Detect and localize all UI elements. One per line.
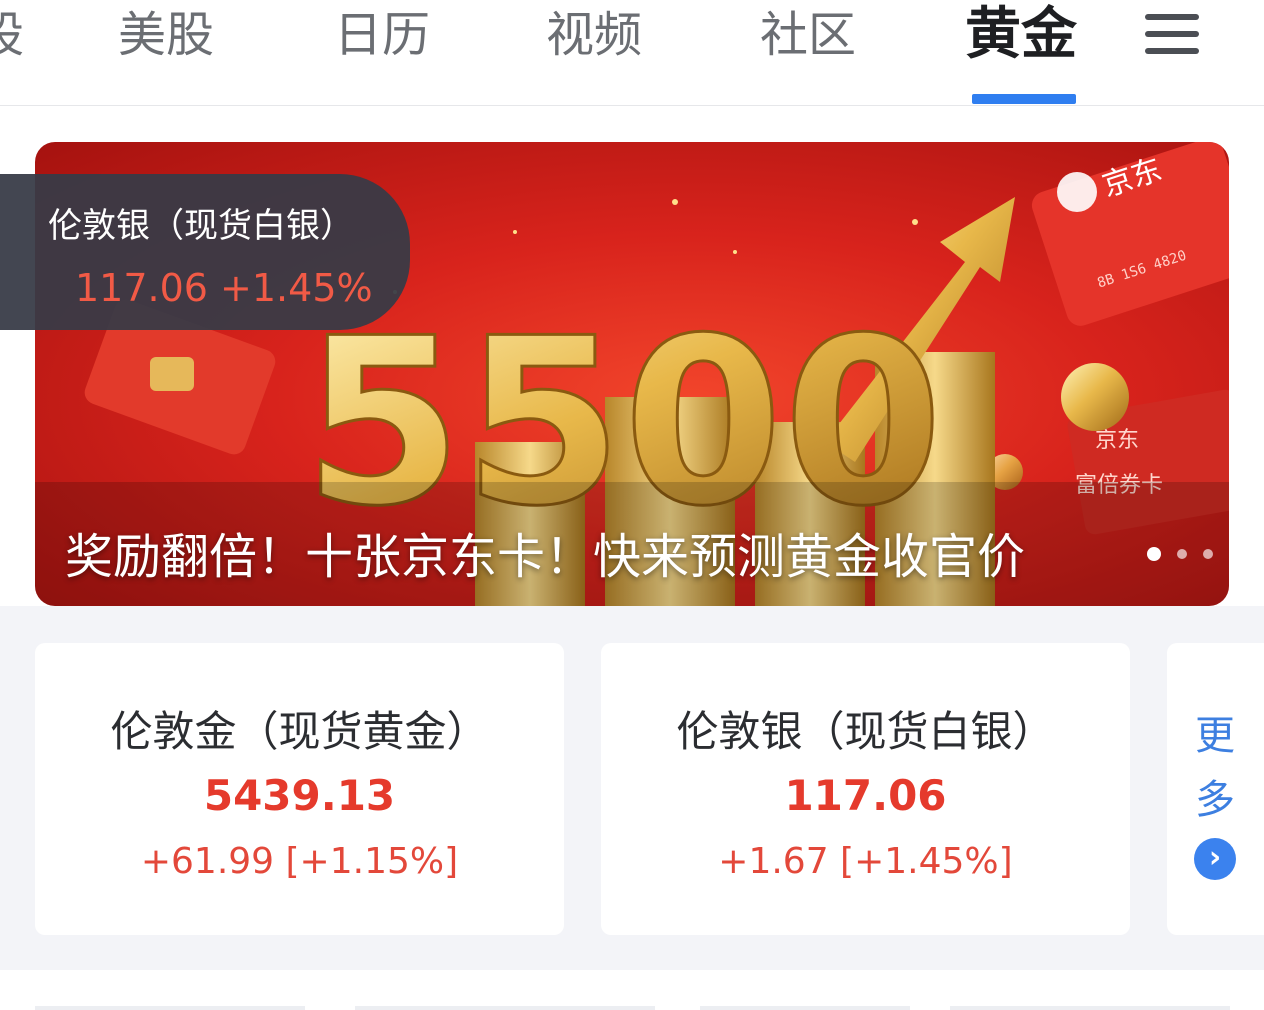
quote-change: +1.67 [+1.45%] — [718, 841, 1013, 882]
quote-name: 伦敦金（现货黄金） — [110, 707, 489, 756]
quote-card-silver[interactable]: 伦敦银（现货白银） 117.06 +1.67 [+1.45%] — [601, 643, 1130, 935]
quote-change: +61.99 [+1.15%] — [140, 841, 459, 882]
floating-quote-popup[interactable]: 伦敦银（现货白银） 117.06 +1.45% — [0, 174, 410, 330]
tab-us-stocks[interactable]: 美股 — [118, 0, 214, 70]
banner-caption: 奖励翻倍！十张京东卡！快来预测黄金收官价 — [65, 529, 1026, 585]
right-card-brand: 京东 — [1095, 428, 1139, 453]
tab-video[interactable]: 视频 — [546, 0, 642, 70]
next-section-strip — [0, 970, 1264, 1010]
carousel-dot-active[interactable] — [1147, 547, 1161, 561]
popup-value: 117.06 +1.45% — [75, 266, 373, 310]
quote-card-gold[interactable]: 伦敦金（现货黄金） 5439.13 +61.99 [+1.15%] — [35, 643, 564, 935]
more-label-2: 多 — [1195, 777, 1235, 823]
tab-community[interactable]: 社区 — [760, 0, 856, 70]
hamburger-menu-icon[interactable] — [1145, 12, 1199, 56]
quote-price: 5439.13 — [203, 771, 396, 820]
carousel-dot[interactable] — [1177, 549, 1187, 559]
active-tab-indicator — [972, 94, 1076, 104]
carousel-dot[interactable] — [1203, 549, 1213, 559]
quote-price: 117.06 — [784, 771, 947, 820]
tab-calendar[interactable]: 日历 — [334, 0, 430, 70]
card-chip-icon — [150, 357, 194, 391]
jd-logo-icon — [1057, 172, 1097, 212]
popup-title: 伦敦银（现货白银） — [48, 206, 354, 246]
quote-name: 伦敦银（现货白银） — [676, 707, 1055, 756]
top-nav: 股 美股 日历 视频 社区 黄金 — [0, 0, 1264, 106]
tab-gold[interactable]: 黄金 — [965, 0, 1077, 70]
chevron-right-icon[interactable]: › — [1194, 838, 1236, 880]
more-label-1: 更 — [1195, 713, 1235, 759]
tab-partial[interactable]: 股 — [0, 0, 24, 70]
gold-coin-icon — [1061, 363, 1129, 431]
more-quotes-button[interactable]: 更 多 › — [1167, 643, 1264, 935]
